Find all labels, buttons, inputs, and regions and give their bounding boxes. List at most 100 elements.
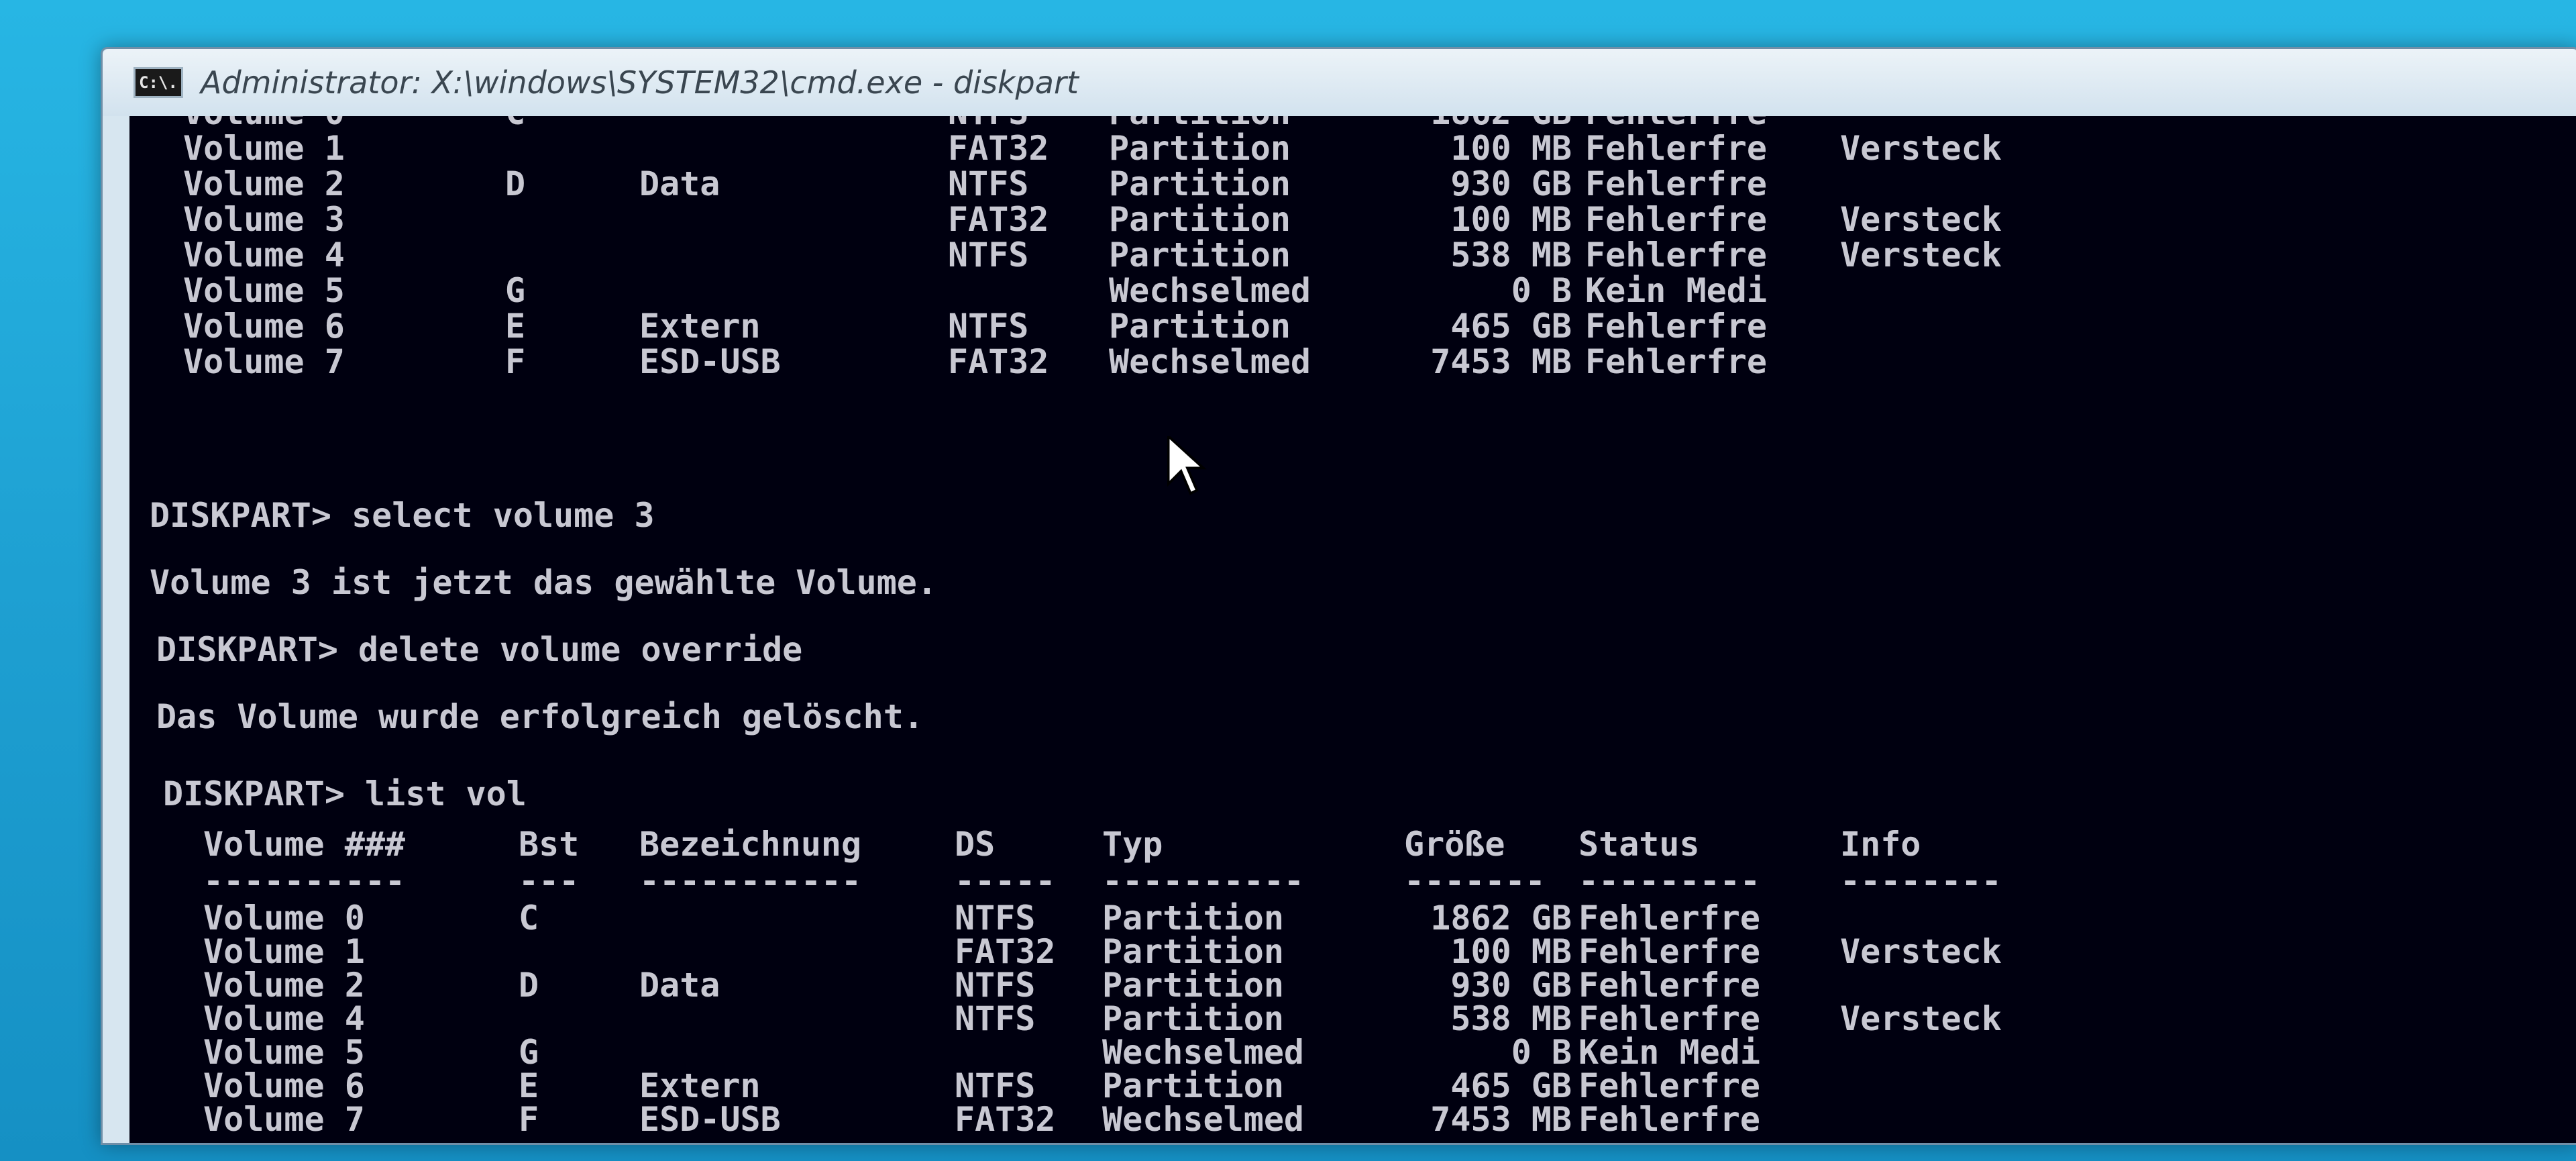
volume-row-before-type: Partition — [1109, 129, 1291, 168]
diskpart-message-deleted: Das Volume wurde erfolgreich gelöscht. — [156, 697, 924, 736]
volume-row-after-bst: E — [519, 1066, 539, 1105]
volume-row-before-type: Partition — [1109, 116, 1291, 130]
volume-row-after-info: Versteck — [1840, 932, 2002, 971]
volume-row-before-fs: NTFS — [948, 164, 1029, 203]
volume-row-after-type: Wechselmed — [1102, 1100, 1305, 1139]
volume-row-after-size: 538 MB — [1450, 999, 1572, 1038]
volume-row-after-type: Partition — [1102, 966, 1284, 1005]
volume-row-before-label: Data — [639, 164, 720, 203]
volume-row-after-label: ESD-USB — [639, 1100, 781, 1139]
table-header-size: Größe — [1404, 825, 1505, 864]
volume-row-before-fs: FAT32 — [948, 342, 1049, 381]
volume-row-before-volume: Volume 4 — [183, 236, 345, 274]
volume-row-before-type: Partition — [1109, 307, 1291, 346]
volume-row-after-status: Fehlerfre — [1578, 1100, 1760, 1139]
volume-row-before-status: Fehlerfre — [1585, 236, 1767, 274]
table-separator-volume: ---------- — [203, 862, 406, 901]
table-header-label: Bezeichnung — [639, 825, 862, 864]
table-header-volume: Volume ### — [203, 825, 406, 864]
volume-row-after-bst: C — [519, 899, 539, 938]
volume-row-after-volume: Volume 1 — [203, 932, 365, 971]
volume-row-after-size: 0 B — [1511, 1033, 1572, 1072]
volume-row-after-type: Partition — [1102, 999, 1284, 1038]
volume-row-before-status: Fehlerfre — [1585, 307, 1767, 346]
table-header-info: Info — [1840, 825, 1921, 864]
volume-row-before-bst: C — [505, 116, 525, 130]
volume-row-before-volume: Volume 7 — [183, 342, 345, 381]
mouse-pointer-icon — [1167, 436, 1207, 495]
volume-row-after-type: Partition — [1102, 1066, 1284, 1105]
volume-row-before-fs: FAT32 — [948, 129, 1049, 168]
volume-row-before-size: 538 MB — [1450, 236, 1572, 274]
volume-row-after-fs: NTFS — [955, 966, 1036, 1005]
volume-row-before-type: Wechselmed — [1109, 342, 1311, 381]
volume-row-before-label: ESD-USB — [639, 342, 781, 381]
table-header-status: Status — [1578, 825, 1700, 864]
volume-row-after-type: Partition — [1102, 899, 1284, 938]
diskpart-message-selected: Volume 3 ist jetzt das gewählte Volume. — [150, 563, 937, 602]
table-separator-status: --------- — [1578, 862, 1760, 901]
volume-row-before-type: Partition — [1109, 236, 1291, 274]
console-output[interactable]: Volume 0 C NTFS Partition 1862 GB Fehlerfre Vo… — [129, 116, 2576, 1143]
volume-row-after-fs: FAT32 — [955, 932, 1056, 971]
volume-row-after-volume: Volume 2 — [203, 966, 365, 1005]
table-separator-type: ---------- — [1102, 862, 1305, 901]
volume-row-after-bst: F — [519, 1100, 539, 1139]
volume-row-before-volume: Volume 6 — [183, 307, 345, 346]
table-separator-size: ------- — [1404, 862, 1546, 901]
volume-row-before-bst: F — [505, 342, 526, 381]
volume-row-after-volume: Volume 0 — [203, 899, 365, 938]
volume-row-after-volume: Volume 5 — [203, 1033, 365, 1072]
volume-row-after-label: Data — [639, 966, 720, 1005]
volume-row-after-type: Partition — [1102, 932, 1284, 971]
diskpart-command-list: DISKPART> list vol — [163, 774, 527, 813]
volume-row-before-status: Fehlerfre — [1585, 200, 1767, 239]
volume-row-after-size: 465 GB — [1450, 1066, 1572, 1105]
cmd-app-icon[interactable]: C:\. — [133, 67, 183, 98]
volume-row-before-size: 930 GB — [1450, 164, 1572, 203]
volume-row-before-size: 7453 MB — [1430, 342, 1572, 381]
volume-row-after-bst: G — [519, 1033, 539, 1072]
table-separator-label: ----------- — [639, 862, 862, 901]
volume-row-before-info: Versteck — [1840, 200, 2002, 239]
volume-row-before-status: Fehlerfre — [1585, 342, 1767, 381]
volume-row-before-status: Kein Medi — [1585, 271, 1767, 310]
volume-row-before-fs: NTFS — [948, 236, 1029, 274]
volume-row-before-size: 1862 GB — [1430, 116, 1572, 130]
volume-row-before-size: 100 MB — [1450, 200, 1572, 239]
volume-row-before-status: Fehlerfre — [1585, 129, 1767, 168]
volume-row-before-bst: G — [505, 271, 526, 310]
table-separator-fs: ----- — [955, 862, 1056, 901]
volume-row-before-type: Partition — [1109, 200, 1291, 239]
title-bar[interactable]: C:\. Administrator: X:\windows\SYSTEM32\… — [103, 49, 2576, 116]
volume-row-before-size: 100 MB — [1450, 129, 1572, 168]
volume-row-before-volume: Volume 3 — [183, 200, 345, 239]
volume-row-after-size: 930 GB — [1450, 966, 1572, 1005]
volume-row-before-size: 0 B — [1511, 271, 1572, 310]
window-title: Administrator: X:\windows\SYSTEM32\cmd.e… — [201, 64, 1079, 101]
cmd-window[interactable]: C:\. Administrator: X:\windows\SYSTEM32\… — [101, 47, 2576, 1145]
volume-row-after-fs: NTFS — [955, 999, 1036, 1038]
volume-row-after-info: Versteck — [1840, 999, 2002, 1038]
volume-row-before-status: Fehlerfre — [1585, 116, 1767, 130]
table-header-type: Typ — [1102, 825, 1163, 864]
volume-row-before-volume: Volume 5 — [183, 271, 345, 310]
volume-row-after-status: Fehlerfre — [1578, 932, 1760, 971]
volume-row-before-info: Versteck — [1840, 129, 2002, 168]
volume-row-after-label: Extern — [639, 1066, 761, 1105]
volume-row-after-volume: Volume 4 — [203, 999, 365, 1038]
volume-row-after-volume: Volume 6 — [203, 1066, 365, 1105]
table-separator-bst: --- — [519, 862, 580, 901]
diskpart-command-select: DISKPART> select volume 3 — [150, 496, 655, 535]
volume-row-before-fs: NTFS — [948, 307, 1029, 346]
volume-row-after-fs: FAT32 — [955, 1100, 1056, 1139]
volume-row-before-bst: D — [505, 164, 526, 203]
volume-row-before-bst: E — [505, 307, 526, 346]
table-header-fs: DS — [955, 825, 996, 864]
volume-row-after-status: Fehlerfre — [1578, 999, 1760, 1038]
volume-row-before-type: Partition — [1109, 164, 1291, 203]
volume-row-after-bst: D — [519, 966, 539, 1005]
volume-row-before-volume: Volume 0 — [183, 116, 345, 130]
volume-row-before-info: Versteck — [1840, 236, 2002, 274]
volume-row-before-size: 465 GB — [1450, 307, 1572, 346]
